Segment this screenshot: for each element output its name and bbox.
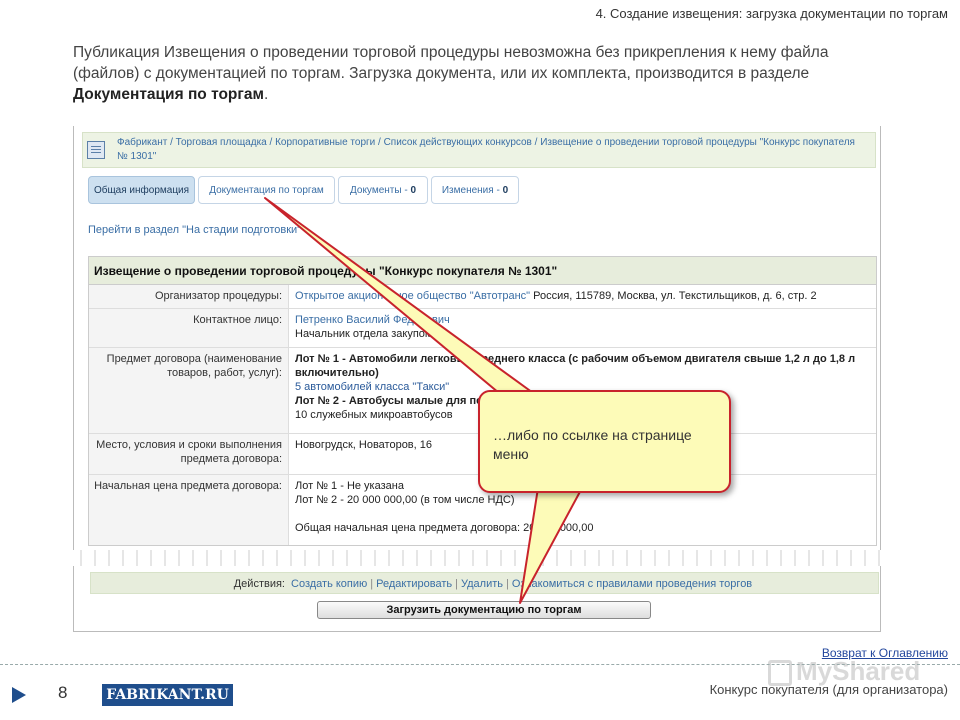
intro-paragraph: Публикация Извещения о проведении торгов… bbox=[73, 42, 893, 105]
breadcrumb: Фабрикант / Торговая площадка / Корпорат… bbox=[82, 132, 876, 168]
play-icon[interactable] bbox=[12, 687, 26, 703]
tab-count: 0 bbox=[410, 185, 416, 196]
actions-bar: Действия: Создать копию | Редактировать | Уда… bbox=[90, 572, 879, 594]
footer-divider bbox=[0, 664, 960, 665]
callout-note: …либо по ссылке на странице меню bbox=[478, 390, 731, 493]
intro-end: . bbox=[263, 86, 269, 103]
rules-link[interactable]: Ознакомиться с правилами проведения торг… bbox=[512, 578, 752, 590]
slide-title: 4. Создание извещения: загрузка документ… bbox=[595, 6, 948, 21]
organizer-link[interactable]: Открытое акционерное общество "Автотранс… bbox=[295, 290, 530, 302]
lot1-title: Лот № 1 - Автомобили легковые среднего к… bbox=[295, 353, 856, 379]
tab-general-info[interactable]: Общая информация bbox=[88, 176, 195, 204]
footer-caption: Конкурс покупателя (для организатора) bbox=[709, 682, 948, 697]
goto-section-link[interactable]: Перейти в раздел "На стадии подготовки" bbox=[88, 224, 301, 236]
document-icon bbox=[87, 141, 105, 159]
tab-documents[interactable]: Документы - 0 bbox=[338, 176, 428, 204]
fabrikant-logo: FABRIKANT.RU bbox=[102, 684, 233, 706]
upload-documentation-button[interactable]: Загрузить документацию по торгам bbox=[317, 601, 651, 619]
intro-text: Публикация Извещения о проведении торгов… bbox=[73, 44, 829, 82]
organizer-value: Открытое акционерное общество "Автотранс… bbox=[289, 285, 876, 308]
page-number: 8 bbox=[58, 683, 68, 702]
table-row: Контактное лицо: Петренко Василий Федоро… bbox=[89, 309, 876, 348]
embedded-screenshot: Фабрикант / Торговая площадка / Корпорат… bbox=[73, 126, 881, 550]
tab-label: Изменения - bbox=[441, 185, 503, 196]
contact-name-link[interactable]: Петренко Василий Федорович bbox=[295, 313, 870, 327]
tab-label: Документы - bbox=[350, 185, 411, 196]
delete-link[interactable]: Удалить bbox=[461, 578, 503, 590]
price-total: Общая начальная цена предмета договора: … bbox=[295, 522, 594, 534]
place-label: Место, условия и сроки выполнения предме… bbox=[89, 434, 289, 474]
actions-label: Действия: bbox=[233, 578, 285, 590]
tab-label: Общая информация bbox=[93, 185, 190, 196]
subject-label: Предмет договора (наименование товаров, … bbox=[89, 348, 289, 433]
contact-value: Петренко Василий Федорович Начальник отд… bbox=[289, 309, 876, 347]
organizer-address: Россия, 115789, Москва, ул. Текстильщико… bbox=[530, 290, 817, 302]
breadcrumb-text[interactable]: Фабрикант / Торговая площадка / Корпорат… bbox=[117, 136, 857, 164]
tab-tender-documentation[interactable]: Документация по торгам bbox=[198, 176, 335, 204]
price-lot2: Лот № 2 - 20 000 000,00 (в том числе НДС… bbox=[295, 494, 515, 506]
price-label: Начальная цена предмета договора: bbox=[89, 475, 289, 545]
create-copy-link[interactable]: Создать копию bbox=[291, 578, 367, 590]
tab-count: 0 bbox=[502, 185, 509, 196]
tab-changes[interactable]: Изменения - 0 bbox=[431, 176, 519, 204]
edit-link[interactable]: Редактировать bbox=[376, 578, 452, 590]
contact-label: Контактное лицо: bbox=[89, 309, 289, 347]
notice-heading: Извещение о проведении торговой процедур… bbox=[89, 257, 876, 285]
embedded-screenshot-actions: Действия: Создать копию | Редактировать | Уда… bbox=[73, 566, 881, 632]
torn-edge-divider bbox=[73, 550, 881, 566]
table-row: Организатор процедуры: Открытое акционер… bbox=[89, 285, 876, 309]
contact-role: Начальник отдела закупок bbox=[295, 328, 430, 340]
organizer-label: Организатор процедуры: bbox=[89, 285, 289, 308]
tab-label: Документация по торгам bbox=[209, 185, 324, 196]
intro-bold-section: Документация по торгам bbox=[73, 86, 264, 103]
